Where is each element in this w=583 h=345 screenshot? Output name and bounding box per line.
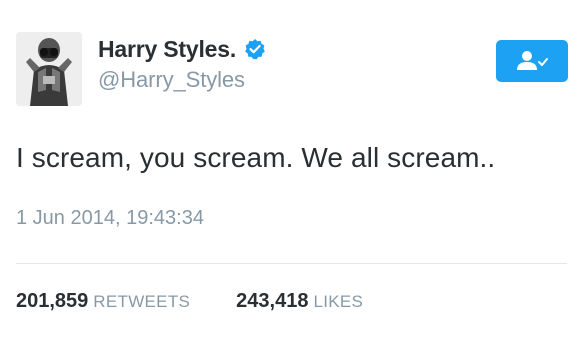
divider xyxy=(16,263,567,264)
follow-user-icon xyxy=(517,51,548,70)
retweets-count: 201,859 xyxy=(16,290,89,312)
tweet-header: Harry Styles. @Harry_Styles xyxy=(16,32,568,108)
likes-count: 243,418 xyxy=(236,290,309,312)
retweets-stat[interactable]: 201,859 RETWEETS xyxy=(16,290,190,313)
display-name-row: Harry Styles. xyxy=(98,34,266,64)
follow-button[interactable] xyxy=(496,40,568,82)
tweet-card: Harry Styles. @Harry_Styles I scream, yo… xyxy=(0,0,583,345)
display-name[interactable]: Harry Styles. xyxy=(98,36,236,63)
tweet-stats: 201,859 RETWEETS 243,418 LIKES xyxy=(16,290,363,313)
user-names: Harry Styles. @Harry_Styles xyxy=(98,34,266,93)
user-handle[interactable]: @Harry_Styles xyxy=(98,67,266,93)
retweets-label: RETWEETS xyxy=(93,292,191,311)
avatar[interactable] xyxy=(16,32,82,106)
likes-stat[interactable]: 243,418 LIKES xyxy=(236,290,363,313)
avatar-photo xyxy=(16,32,82,106)
tweet-text: I scream, you scream. We all scream.. xyxy=(16,142,496,173)
verified-badge-icon xyxy=(244,38,266,60)
likes-label: LIKES xyxy=(313,292,364,311)
tweet-timestamp[interactable]: 1 Jun 2014, 19:43:34 xyxy=(16,207,204,230)
